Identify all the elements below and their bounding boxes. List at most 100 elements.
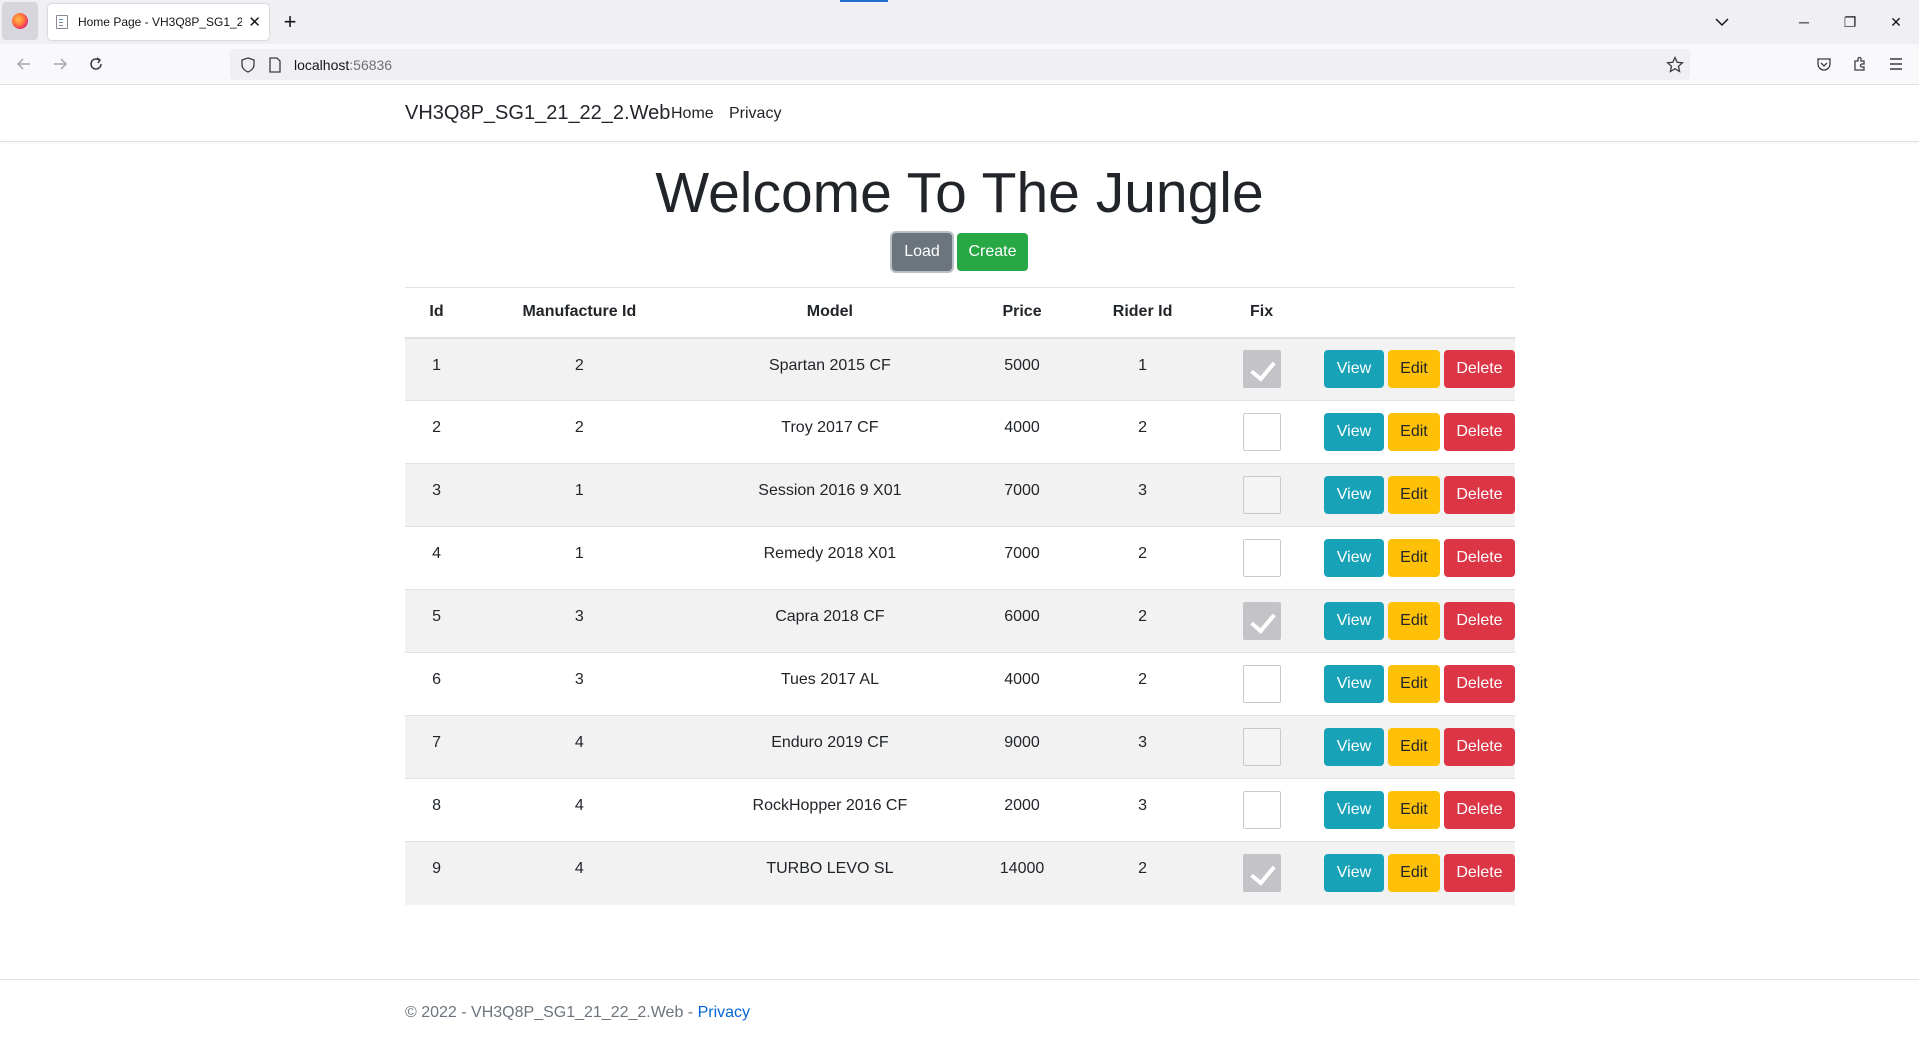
close-tab-icon[interactable]: ✕ <box>248 13 261 31</box>
view-button[interactable]: View <box>1323 791 1384 829</box>
page-icon <box>56 15 68 29</box>
fix-checkbox[interactable] <box>1242 791 1281 829</box>
row-actions: View Edit Delete <box>1313 854 1515 893</box>
view-button[interactable]: View <box>1323 476 1384 514</box>
table-row: 6 3 Tues 2017 AL 4000 2 View Edit Delete <box>405 652 1515 716</box>
browser-navigation-bar: localhost:56836 <box>0 44 1919 85</box>
column-header-rider-id: Rider Id <box>1074 287 1211 339</box>
back-button[interactable] <box>12 52 36 76</box>
edit-button[interactable]: Edit <box>1387 602 1440 640</box>
close-window-button[interactable]: ✕ <box>1873 6 1919 38</box>
fix-checkbox[interactable] <box>1242 539 1281 577</box>
delete-button[interactable]: Delete <box>1443 539 1515 577</box>
bookmark-star-icon[interactable] <box>1666 55 1684 74</box>
firefox-view-button[interactable] <box>2 2 38 40</box>
footer-privacy-link[interactable]: Privacy <box>698 1004 750 1021</box>
fix-checkbox[interactable] <box>1242 665 1281 703</box>
view-button[interactable]: View <box>1323 665 1384 703</box>
delete-button[interactable]: Delete <box>1443 602 1515 640</box>
forward-button[interactable] <box>48 52 72 76</box>
cell-manufacture-id: 4 <box>468 715 691 779</box>
reload-icon <box>90 57 102 70</box>
footer: © 2022 - VH3Q8P_SG1_21_22_2.Web - Privac… <box>0 979 1919 1038</box>
cell-id: 9 <box>405 841 469 905</box>
cell-fix <box>1210 841 1313 905</box>
new-tab-button[interactable]: + <box>278 8 302 36</box>
fix-checkbox-checked[interactable] <box>1242 854 1281 893</box>
delete-button[interactable]: Delete <box>1443 854 1515 893</box>
edit-button[interactable]: Edit <box>1387 665 1440 703</box>
view-button[interactable]: View <box>1323 350 1384 389</box>
cell-fix <box>1210 652 1313 716</box>
arrow-left-icon <box>16 58 30 70</box>
cell-rider-id: 2 <box>1074 841 1211 905</box>
row-actions: View Edit Delete <box>1313 728 1515 766</box>
create-button[interactable]: Create <box>957 233 1028 271</box>
row-actions: View Edit Delete <box>1313 539 1515 577</box>
cell-rider-id: 3 <box>1074 715 1211 779</box>
view-button[interactable]: View <box>1323 854 1384 893</box>
edit-button[interactable]: Edit <box>1387 413 1440 451</box>
edit-button[interactable]: Edit <box>1387 539 1440 577</box>
cell-id: 7 <box>405 715 469 779</box>
cell-fix <box>1210 715 1313 779</box>
edit-button[interactable]: Edit <box>1387 854 1440 893</box>
row-actions: View Edit Delete <box>1313 413 1515 451</box>
table-row: 2 2 Troy 2017 CF 4000 2 View Edit Delete <box>405 400 1515 464</box>
row-actions: View Edit Delete <box>1313 476 1515 514</box>
url-bar[interactable]: localhost:56836 <box>230 49 1690 80</box>
column-header-id: Id <box>405 287 469 339</box>
fix-checkbox[interactable] <box>1242 728 1281 766</box>
view-button[interactable]: View <box>1323 413 1384 451</box>
minimize-button[interactable]: ─ <box>1781 6 1827 38</box>
cell-price: 6000 <box>969 589 1075 653</box>
fix-checkbox-checked[interactable] <box>1242 602 1281 640</box>
page-title: Welcome To The Jungle <box>655 161 1264 225</box>
cell-model: Session 2016 9 X01 <box>690 463 970 527</box>
cell-manufacture-id: 4 <box>468 778 691 842</box>
cell-actions: View Edit Delete <box>1312 841 1515 905</box>
delete-button[interactable]: Delete <box>1443 728 1515 766</box>
cell-manufacture-id: 1 <box>468 463 691 527</box>
brand-link[interactable]: VH3Q8P_SG1_21_22_2.Web <box>405 102 670 125</box>
restore-button[interactable]: ❐ <box>1827 6 1873 38</box>
cell-actions: View Edit Delete <box>1312 400 1515 464</box>
cell-rider-id: 3 <box>1074 778 1211 842</box>
view-button[interactable]: View <box>1323 602 1384 640</box>
edit-button[interactable]: Edit <box>1387 350 1440 389</box>
pocket-button[interactable] <box>1812 52 1836 76</box>
pocket-icon <box>1817 58 1831 71</box>
page-info-icon[interactable] <box>268 56 282 73</box>
extensions-button[interactable] <box>1848 52 1872 76</box>
edit-button[interactable]: Edit <box>1387 728 1440 766</box>
edit-button[interactable]: Edit <box>1387 791 1440 829</box>
delete-button[interactable]: Delete <box>1443 413 1515 451</box>
edit-button[interactable]: Edit <box>1387 476 1440 514</box>
delete-button[interactable]: Delete <box>1443 665 1515 703</box>
browser-tab[interactable]: Home Page - VH3Q8P_SG1_21_22_2.Web ✕ <box>48 4 269 40</box>
load-button[interactable]: Load <box>892 233 952 271</box>
nav-privacy-link[interactable]: Privacy <box>729 105 781 123</box>
menu-button[interactable] <box>1884 52 1908 76</box>
column-header-fix: Fix <box>1210 287 1313 339</box>
fix-checkbox[interactable] <box>1242 413 1281 451</box>
bikes-table: Id Manufacture Id Model Price Rider Id F… <box>405 287 1515 905</box>
tab-list-button[interactable] <box>1710 10 1734 34</box>
nav-home-link[interactable]: Home <box>671 105 714 123</box>
cell-price: 9000 <box>969 715 1075 779</box>
row-actions: View Edit Delete <box>1313 791 1515 829</box>
delete-button[interactable]: Delete <box>1443 476 1515 514</box>
shield-icon[interactable] <box>240 56 256 73</box>
browser-tab-bar: Home Page - VH3Q8P_SG1_21_22_2.Web ✕ + ─… <box>0 0 1919 44</box>
delete-button[interactable]: Delete <box>1443 791 1515 829</box>
cell-price: 7000 <box>969 526 1075 590</box>
fix-checkbox[interactable] <box>1242 476 1281 514</box>
delete-button[interactable]: Delete <box>1443 350 1515 389</box>
cell-actions: View Edit Delete <box>1312 337 1515 401</box>
cell-id: 5 <box>405 589 469 653</box>
cell-id: 1 <box>405 337 469 401</box>
fix-checkbox-checked[interactable] <box>1242 350 1281 389</box>
view-button[interactable]: View <box>1323 539 1384 577</box>
reload-button[interactable] <box>84 52 108 76</box>
view-button[interactable]: View <box>1323 728 1384 766</box>
